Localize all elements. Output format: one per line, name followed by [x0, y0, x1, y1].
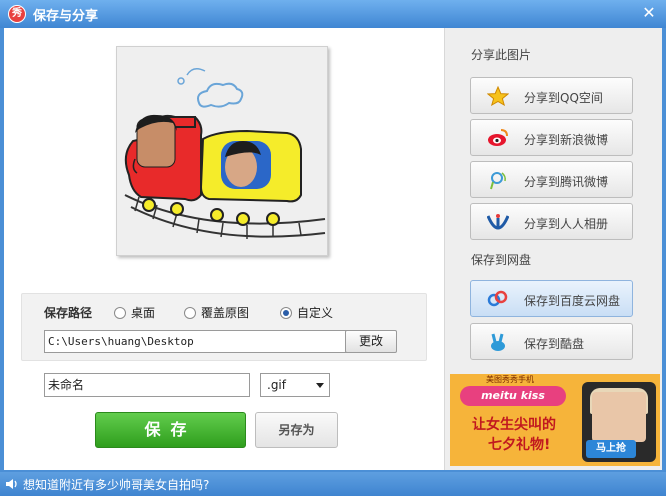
ad-model-image	[592, 392, 646, 442]
format-select[interactable]: .gif	[260, 373, 330, 397]
save-kupan-button[interactable]: 保存到酷盘	[470, 323, 633, 360]
save-baidu-cloud-label: 保存到百度云网盘	[524, 294, 621, 308]
save-path-label: 保存路径	[44, 306, 93, 320]
share-section-label: 分享此图片	[471, 48, 532, 62]
ad-headline-2: 七夕礼物!	[488, 437, 551, 453]
dialog-content: 保存路径 桌面 覆盖原图 自定义 C:\Users\huang\Desktop …	[4, 28, 662, 470]
share-sidebar: 分享此图片 分享到QQ空间 分享到新浪微博 分享到腾讯微博 分享到人人相册 保存…	[444, 28, 662, 470]
tencent-weibo-icon	[490, 172, 506, 190]
save-share-dialog: 秀 保存与分享 ✕ 保存路径 桌面 覆盖原图 自定义 C:\Users\huan…	[0, 0, 666, 496]
radio-overwrite[interactable]: 覆盖原图	[184, 304, 249, 321]
change-path-button[interactable]: 更改	[345, 330, 397, 353]
share-tencent-weibo-label: 分享到腾讯微博	[524, 175, 609, 189]
cloud-section-label: 保存到网盘	[471, 253, 532, 267]
save-as-button[interactable]: 另存为	[255, 412, 338, 448]
image-preview	[116, 46, 328, 256]
share-renren-button[interactable]: 分享到人人相册	[470, 203, 633, 240]
qzone-star-icon	[487, 86, 509, 106]
radio-desktop[interactable]: 桌面	[114, 304, 155, 321]
status-link-text[interactable]: 想知道附近有多少帅哥美女自拍吗?	[23, 476, 209, 493]
save-path-panel: 保存路径 桌面 覆盖原图 自定义 C:\Users\huang\Desktop …	[21, 293, 427, 361]
save-path-input[interactable]: C:\Users\huang\Desktop	[44, 330, 352, 353]
left-pane: 保存路径 桌面 覆盖原图 自定义 C:\Users\huang\Desktop …	[4, 28, 442, 470]
radio-overwrite-label: 覆盖原图	[201, 306, 250, 320]
chevron-down-icon	[316, 383, 324, 388]
radio-desktop-label: 桌面	[131, 306, 156, 320]
ad-banner[interactable]: 美图秀秀手机 meitu kiss 让女生尖叫的 七夕礼物! 马上抢	[450, 374, 660, 466]
ad-small-text: 美图秀秀手机	[486, 375, 534, 384]
format-select-value: .gif	[267, 378, 286, 392]
share-sina-weibo-label: 分享到新浪微博	[524, 133, 609, 147]
save-button[interactable]: 保存	[95, 412, 246, 448]
radio-custom-label: 自定义	[297, 306, 334, 320]
kupan-rabbit-icon	[491, 333, 505, 351]
ad-headline-1: 让女生尖叫的	[472, 417, 556, 433]
share-tencent-weibo-button[interactable]: 分享到腾讯微博	[470, 161, 633, 198]
save-baidu-cloud-button[interactable]: 保存到百度云网盘	[470, 280, 633, 317]
radio-custom[interactable]: 自定义	[280, 304, 333, 321]
ad-brand: meitu kiss	[460, 386, 566, 406]
renren-icon	[487, 214, 509, 230]
share-renren-label: 分享到人人相册	[524, 217, 609, 231]
share-qzone-label: 分享到QQ空间	[524, 91, 603, 105]
train-drawing-image	[124, 68, 326, 239]
radio-dot[interactable]	[114, 306, 126, 319]
meitu-logo-icon: 秀	[8, 5, 26, 23]
window-title: 保存与分享	[33, 9, 99, 24]
radio-dot-checked[interactable]	[280, 306, 292, 319]
title-bar: 秀 保存与分享 ✕	[0, 0, 666, 28]
share-qzone-button[interactable]: 分享到QQ空间	[470, 77, 633, 114]
radio-dot[interactable]	[184, 306, 196, 319]
status-bar: 想知道附近有多少帅哥美女自拍吗?	[0, 472, 666, 496]
baidu-cloud-icon	[487, 290, 508, 307]
ad-cta-button[interactable]: 马上抢	[586, 440, 636, 458]
speaker-icon	[6, 479, 17, 489]
save-kupan-label: 保存到酷盘	[524, 337, 585, 351]
filename-input[interactable]: 未命名	[44, 373, 250, 397]
share-sina-weibo-button[interactable]: 分享到新浪微博	[470, 119, 633, 156]
close-button[interactable]: ✕	[640, 4, 658, 22]
sina-weibo-icon	[488, 129, 508, 146]
